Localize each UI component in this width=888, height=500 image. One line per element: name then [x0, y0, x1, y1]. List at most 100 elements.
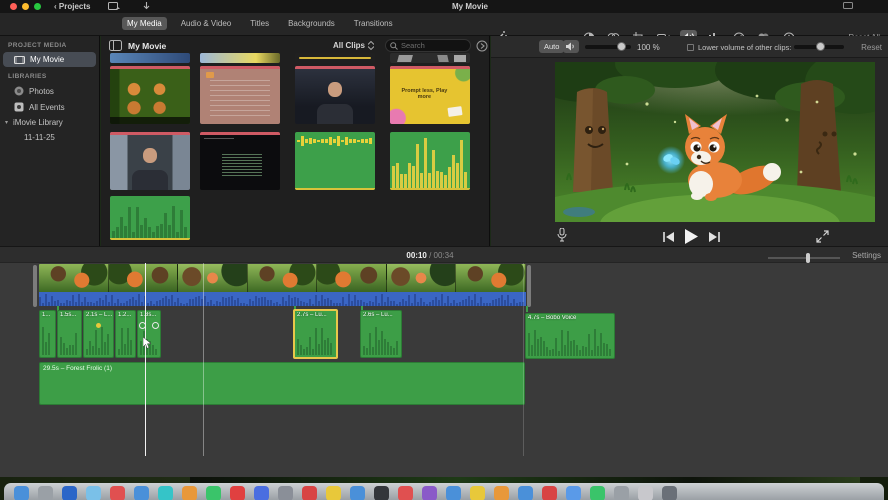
media-thumb-slide[interactable]: Prompt less, Play more [390, 66, 470, 124]
media-thumb-audio[interactable] [295, 132, 375, 190]
dock-app-icon[interactable] [86, 486, 101, 500]
dock-app-icon[interactable] [638, 486, 653, 500]
music-clip[interactable]: 29.5s – Forest Frolic (1) [39, 362, 525, 405]
audio-clip-selected[interactable]: 2.7s – Lu... [293, 309, 338, 359]
lower-volume-knob[interactable] [816, 42, 825, 51]
dock-app-icon[interactable] [374, 486, 389, 500]
sidebar-item-imovie-library[interactable]: ▾ iMovie Library [0, 115, 99, 130]
search-input[interactable] [401, 41, 463, 50]
media-thumb-partial[interactable] [390, 53, 470, 63]
media-thumb-talking-head[interactable] [295, 66, 375, 124]
dock-app-icon[interactable] [542, 486, 557, 500]
timeline-settings-button[interactable]: Settings [852, 251, 881, 260]
tab-titles[interactable]: Titles [245, 17, 274, 30]
sidebar-item-event-11-11-25[interactable]: 11-11-25 [0, 130, 99, 145]
close-window-button[interactable] [10, 3, 17, 10]
play-button[interactable] [684, 229, 698, 244]
tab-audio-video[interactable]: Audio & Video [176, 17, 237, 30]
browser-options-icon[interactable] [476, 40, 488, 52]
clip-badge[interactable] [96, 323, 101, 328]
audio-clip[interactable]: 1.5s... [57, 310, 82, 358]
tab-my-media[interactable]: My Media [122, 17, 167, 30]
lower-volume-slider[interactable] [794, 42, 844, 51]
dock-app-icon[interactable] [254, 486, 269, 500]
dock-app-icon[interactable] [494, 486, 509, 500]
display-icon[interactable] [843, 2, 853, 10]
dock-app-icon[interactable] [158, 486, 173, 500]
dock-app-icon[interactable] [446, 486, 461, 500]
dock-app-icon[interactable] [662, 486, 677, 500]
dock-app-icon[interactable] [278, 486, 293, 500]
dock-app-icon[interactable] [38, 486, 53, 500]
minimize-window-button[interactable] [22, 3, 29, 10]
trim-handle-right[interactable] [527, 265, 531, 307]
download-arrow-icon[interactable] [142, 2, 151, 11]
dock-app-icon[interactable] [302, 486, 317, 500]
dock-app-icon[interactable] [590, 486, 605, 500]
dock-app-icon[interactable] [470, 486, 485, 500]
record-voiceover-icon[interactable] [557, 228, 567, 242]
media-thumb-terminal[interactable] [200, 132, 280, 190]
skimmer[interactable] [203, 263, 204, 456]
media-thumb-audio[interactable] [110, 196, 190, 240]
video-preview[interactable] [555, 62, 875, 222]
sidebar-toggle-icon[interactable] [109, 40, 122, 51]
dock-app-icon[interactable] [206, 486, 221, 500]
dock-app-icon[interactable] [518, 486, 533, 500]
audio-clip[interactable]: 2.6s – Lu... [360, 310, 402, 358]
media-thumb-partial[interactable] [200, 53, 280, 63]
zoom-window-button[interactable] [34, 3, 41, 10]
timeline[interactable]: 1... 1.5s... 2.1s – L... 1.2... 1.3s... … [0, 263, 888, 477]
timeline-zoom-slider[interactable] [768, 253, 840, 263]
projects-back-button[interactable]: ‹ Projects [54, 2, 90, 11]
playhead[interactable] [145, 263, 146, 456]
all-clips-dropdown[interactable]: All Clips [333, 41, 375, 50]
dock-app-icon[interactable] [566, 486, 581, 500]
sidebar-item-all-events[interactable]: All Events [0, 99, 99, 115]
media-thumb-partial[interactable] [110, 53, 190, 63]
dock-app-icon[interactable] [110, 486, 125, 500]
next-frame-button[interactable] [709, 232, 720, 242]
dock-app-icon[interactable] [134, 486, 149, 500]
trim-handle-left[interactable] [33, 265, 37, 307]
video-clip-audio-strip[interactable] [39, 292, 526, 306]
audio-clip[interactable]: 1... [39, 310, 56, 358]
volume-slider-knob[interactable] [617, 42, 626, 51]
sidebar-item-photos[interactable]: Photos [0, 83, 99, 99]
dock-app-icon[interactable] [398, 486, 413, 500]
media-thumb-partial[interactable] [295, 53, 375, 63]
sidebar-item-my-movie[interactable]: My Movie [3, 52, 96, 67]
dock-app-icon[interactable] [350, 486, 365, 500]
dock-app-icon[interactable] [422, 486, 437, 500]
reset-button[interactable]: Reset [861, 43, 882, 52]
fullscreen-icon[interactable] [816, 230, 829, 243]
fade-handle[interactable] [152, 322, 159, 329]
lower-volume-checkbox[interactable] [687, 44, 694, 51]
tab-transitions[interactable]: Transitions [349, 17, 398, 30]
audio-clip[interactable]: 1.3s... [137, 310, 161, 358]
audio-clip-voiceover[interactable]: 4.7s – Bobo Voice [525, 313, 615, 359]
previous-frame-button[interactable] [663, 232, 674, 242]
mute-button[interactable] [563, 40, 579, 53]
audio-clip[interactable]: 2.1s – L... [83, 310, 114, 358]
timeline-filmstrip-frames[interactable] [39, 264, 526, 292]
media-thumb-screen-recording[interactable] [110, 66, 190, 124]
dock-app-icon[interactable] [62, 486, 77, 500]
timeline-zoom-knob[interactable] [806, 253, 810, 263]
media-thumb-talking-head[interactable] [110, 132, 190, 190]
dock-app-icon[interactable] [182, 486, 197, 500]
dock-app-icon[interactable] [326, 486, 341, 500]
import-media-icon[interactable] [108, 2, 120, 11]
dock-app-icon[interactable] [230, 486, 245, 500]
tab-backgrounds[interactable]: Backgrounds [283, 17, 340, 30]
volume-slider[interactable] [585, 42, 631, 51]
dock-icons[interactable] [14, 486, 677, 500]
media-thumb-document[interactable] [200, 66, 280, 124]
chevron-down-icon[interactable]: ▾ [5, 119, 8, 126]
audio-clip[interactable]: 1.2... [115, 310, 136, 358]
dock-app-icon[interactable] [14, 486, 29, 500]
auto-volume-button[interactable]: Auto [539, 40, 565, 53]
search-field[interactable] [385, 39, 471, 52]
dock-app-icon[interactable] [614, 486, 629, 500]
media-thumb-audio[interactable] [390, 132, 470, 190]
